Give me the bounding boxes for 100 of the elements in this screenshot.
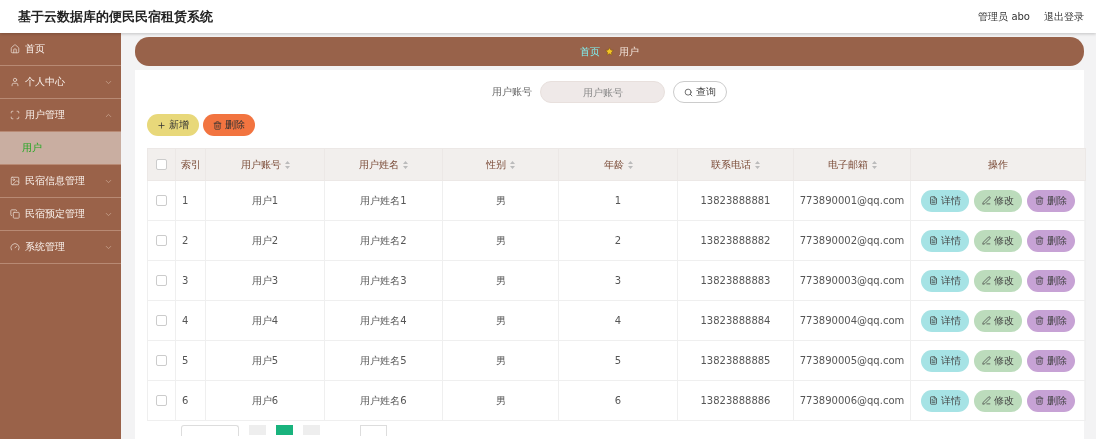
page-size-select[interactable] — [181, 425, 239, 436]
edit-button[interactable]: 修改 — [974, 269, 1022, 292]
copy-icon — [10, 209, 20, 219]
column-header: 索引 — [180, 158, 201, 170]
table-cell: 用户4 — [205, 300, 325, 341]
page-button[interactable] — [276, 425, 293, 435]
row-checkbox[interactable] — [156, 355, 167, 367]
row-checkbox[interactable] — [156, 275, 167, 287]
edit-button[interactable]: 修改 — [974, 349, 1022, 372]
edit-button[interactable]: 修改 — [974, 389, 1022, 412]
logout-link[interactable]: 退出登录 — [1044, 9, 1084, 24]
column-header: 电子邮箱 — [827, 158, 868, 170]
table-cell: 用户姓名1 — [324, 180, 443, 221]
document-icon — [929, 396, 938, 405]
breadcrumb-home-link[interactable]: 首页 — [580, 44, 600, 59]
delete-button[interactable]: 删除 — [1027, 189, 1075, 212]
detail-button[interactable]: 详情 — [921, 189, 969, 212]
detail-button[interactable]: 详情 — [921, 309, 969, 332]
sort-icon[interactable] — [403, 160, 408, 169]
sort-icon[interactable] — [755, 160, 760, 169]
pen-icon — [982, 196, 991, 205]
table-cell: 用户姓名5 — [324, 340, 443, 381]
detail-button[interactable]: 详情 — [921, 389, 969, 412]
table-cell: 用户6 — [205, 380, 325, 421]
column-header: 操作 — [988, 158, 1008, 170]
table-cell: 2 — [558, 220, 678, 261]
delete-button[interactable]: 删除 — [203, 114, 255, 136]
plus-icon — [157, 120, 166, 130]
column-header: 联系电话 — [711, 158, 751, 170]
search-button[interactable]: 查询 — [673, 81, 727, 103]
search-field[interactable]: 用户账号 — [540, 81, 665, 103]
row-checkbox[interactable] — [156, 195, 167, 207]
image-icon — [10, 176, 20, 186]
table-cell: 13823888881 — [677, 180, 794, 221]
document-icon — [929, 356, 938, 365]
delete-button[interactable]: 删除 — [1027, 269, 1075, 292]
table-cell: 用户2 — [205, 220, 325, 261]
table-cell: 3 — [558, 260, 678, 301]
table-cell: 1 — [175, 180, 206, 221]
edit-button[interactable]: 修改 — [974, 189, 1022, 212]
search-icon — [684, 87, 693, 97]
table-cell: 773890003@qq.com — [793, 260, 911, 301]
table-cell: 13823888882 — [677, 220, 794, 261]
document-icon — [929, 236, 938, 245]
delete-button[interactable]: 删除 — [1027, 229, 1075, 252]
table-cell: 男 — [442, 260, 559, 301]
table-cell: 773890001@qq.com — [793, 180, 911, 221]
edit-button[interactable]: 修改 — [974, 309, 1022, 332]
trash-icon — [1035, 196, 1044, 205]
table-cell: 男 — [442, 300, 559, 341]
table-cell: 男 — [442, 380, 559, 421]
sort-icon[interactable] — [284, 160, 290, 169]
detail-button[interactable]: 详情 — [921, 269, 969, 292]
table-cell: 2 — [175, 220, 206, 261]
detail-button[interactable]: 详情 — [921, 349, 969, 372]
table-cell: 用户姓名3 — [324, 260, 443, 301]
table-cell: 773890004@qq.com — [793, 300, 911, 341]
document-icon — [929, 276, 938, 285]
add-button[interactable]: 新增 — [147, 114, 199, 136]
admin-user-label: 管理员 abo — [978, 9, 1030, 24]
table-cell: 4 — [558, 300, 678, 341]
table-cell: 773890005@qq.com — [793, 340, 911, 381]
delete-button[interactable]: 删除 — [1027, 389, 1075, 412]
column-header: 性别 — [486, 158, 506, 170]
column-header: 年龄 — [603, 158, 624, 170]
sort-icon[interactable] — [627, 160, 633, 169]
table-cell: 5 — [558, 340, 678, 381]
sort-icon[interactable] — [871, 160, 877, 169]
pen-icon — [982, 396, 991, 405]
page-jump-field[interactable] — [360, 425, 387, 436]
detail-button[interactable]: 详情 — [921, 229, 969, 252]
table-cell: 13823888883 — [677, 260, 794, 301]
gauge-icon — [10, 242, 20, 252]
table-cell: 男 — [442, 340, 559, 381]
table-cell: 6 — [175, 380, 206, 421]
row-checkbox[interactable] — [156, 315, 167, 327]
table-cell: 1 — [558, 180, 678, 221]
table-cell: 13823888884 — [677, 300, 794, 341]
sort-icon[interactable] — [510, 160, 515, 169]
column-header: 用户账号 — [240, 158, 281, 170]
table-cell: 773890002@qq.com — [793, 220, 911, 261]
delete-button[interactable]: 删除 — [1027, 349, 1075, 372]
table-cell: 3 — [175, 260, 206, 301]
row-checkbox[interactable] — [156, 395, 167, 407]
document-icon — [929, 316, 938, 325]
star-icon — [605, 47, 614, 56]
row-checkbox[interactable] — [156, 235, 167, 247]
table-cell: 5 — [175, 340, 206, 381]
table-cell: 用户姓名4 — [324, 300, 443, 341]
select-all-checkbox[interactable] — [156, 159, 167, 171]
table-cell: 用户姓名6 — [324, 380, 443, 421]
breadcrumb-current: 用户 — [619, 44, 639, 59]
table-cell: 用户5 — [205, 340, 325, 381]
table-cell: 男 — [442, 220, 559, 261]
pen-icon — [982, 356, 991, 365]
trash-icon — [1035, 396, 1044, 405]
delete-button[interactable]: 删除 — [1027, 309, 1075, 332]
edit-button[interactable]: 修改 — [974, 229, 1022, 252]
table-cell: 用户1 — [205, 180, 325, 221]
pen-icon — [982, 276, 991, 285]
